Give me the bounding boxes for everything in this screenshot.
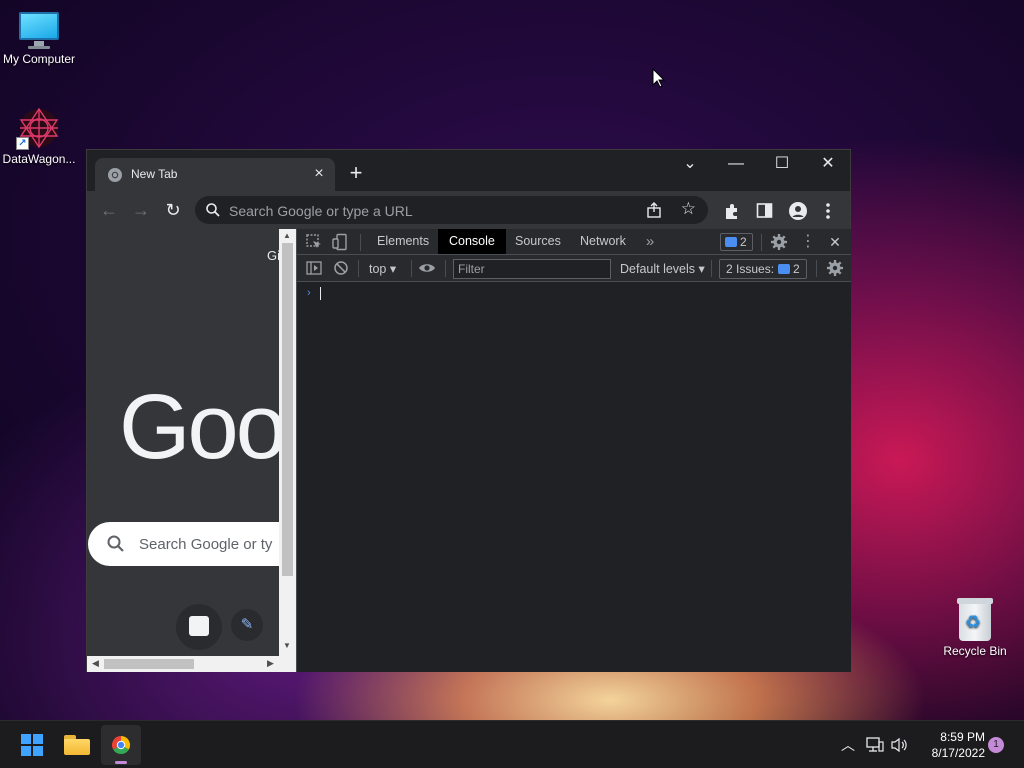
inspect-element-icon[interactable] xyxy=(305,233,323,251)
tab-console[interactable]: Console xyxy=(438,229,506,254)
console-toolbar: top ▾ Filter Default levels ▾ 2 Issues: 2 xyxy=(297,255,851,282)
scroll-right-icon[interactable]: ▶ xyxy=(267,658,274,669)
issues-button[interactable]: 2 Issues: 2 xyxy=(719,259,807,279)
new-tab-page: Gi Goo Search Google or ty ✎ xyxy=(87,229,279,656)
shortcut-tile[interactable] xyxy=(176,604,222,650)
search-icon xyxy=(206,203,220,217)
console-filter-input[interactable]: Filter xyxy=(453,259,611,279)
scroll-down-icon[interactable]: ▼ xyxy=(283,641,291,650)
devtools-close-icon[interactable]: ✕ xyxy=(826,233,844,251)
messages-count: 2 xyxy=(740,235,747,249)
customize-pencil-icon[interactable]: ✎ xyxy=(231,609,263,641)
console-input-caret[interactable] xyxy=(320,287,321,300)
datawagon-icon: ↗ xyxy=(16,106,62,150)
desktop-icon-my-computer[interactable]: My Computer xyxy=(0,10,79,66)
device-toolbar-icon[interactable] xyxy=(331,233,349,251)
computer-icon xyxy=(17,10,61,50)
messages-badge[interactable]: 2 xyxy=(720,233,753,251)
ntp-search-placeholder: Search Google or ty xyxy=(139,536,273,553)
web-store-icon xyxy=(189,616,209,636)
log-levels-dropdown[interactable]: Default levels ▾ xyxy=(620,261,705,276)
tray-overflow-chevron-icon[interactable]: ︿ xyxy=(838,721,858,768)
tab-search-button[interactable]: ⌄ xyxy=(667,150,713,180)
volume-icon[interactable] xyxy=(891,737,909,753)
side-panel-icon[interactable] xyxy=(756,202,773,219)
windows-logo-icon xyxy=(21,734,43,756)
page-viewport: Gi Goo Search Google or ty ✎ ▲ ▼ ◀ ▶ Ele… xyxy=(87,229,851,672)
profile-avatar-icon[interactable] xyxy=(788,201,808,221)
tab-network[interactable]: Network xyxy=(569,229,637,254)
sidebar-toggle-icon[interactable] xyxy=(305,259,323,277)
desktop-icon-label: My Computer xyxy=(2,52,76,66)
close-window-button[interactable]: ✕ xyxy=(805,150,851,180)
tab-close-icon[interactable]: × xyxy=(309,164,329,184)
taskbar: ︿ 8:59 PM 8/17/2022 1 xyxy=(0,720,1024,768)
scroll-left-icon[interactable]: ◀ xyxy=(92,658,99,669)
tab-title: New Tab xyxy=(131,167,178,181)
chrome-menu-icon[interactable] xyxy=(823,201,833,221)
address-bar[interactable]: Search Google or type a URL ☆ xyxy=(195,196,708,224)
network-icon[interactable] xyxy=(866,737,884,753)
folder-icon xyxy=(64,735,90,755)
clear-console-icon[interactable] xyxy=(332,259,350,277)
search-icon xyxy=(107,535,124,552)
recycle-bin-icon: ♻ xyxy=(955,598,995,642)
chrome-icon xyxy=(111,736,131,755)
more-tabs-icon[interactable]: » xyxy=(641,233,659,251)
console-prompt-icon: › xyxy=(307,287,311,299)
share-icon[interactable] xyxy=(644,200,664,220)
active-app-indicator xyxy=(115,761,127,764)
shortcut-arrow-icon: ↗ xyxy=(16,137,29,150)
context-selector[interactable]: top ▾ xyxy=(369,261,396,276)
desktop-icon-datawagon[interactable]: ↗ DataWagon... xyxy=(0,106,79,166)
clock[interactable]: 8:59 PM 8/17/2022 xyxy=(915,729,985,761)
desktop-icon-label: Recycle Bin xyxy=(943,644,1007,658)
clock-date: 8/17/2022 xyxy=(931,746,985,760)
address-bar-placeholder: Search Google or type a URL xyxy=(229,203,413,219)
start-button[interactable] xyxy=(12,725,52,765)
tab-sources[interactable]: Sources xyxy=(504,229,572,254)
notification-badge[interactable]: 1 xyxy=(988,737,1004,753)
message-icon xyxy=(778,264,791,274)
devtools-panel: Elements Console Sources Network » 2 ⋮ ✕ xyxy=(296,229,851,672)
tab-new-tab[interactable]: New Tab × xyxy=(95,158,335,191)
gmail-link[interactable]: Gi xyxy=(267,248,279,263)
mouse-cursor-icon xyxy=(652,68,666,88)
desktop-icon-label: DataWagon... xyxy=(2,152,76,166)
live-expression-eye-icon[interactable] xyxy=(418,259,436,277)
message-icon xyxy=(725,237,737,247)
clock-time: 8:59 PM xyxy=(940,730,985,744)
issues-label: 2 Issues: xyxy=(726,262,775,276)
forward-button[interactable]: → xyxy=(127,196,155,224)
browser-window: New Tab × + ⌄ — ☐ ✕ ← → ↻ Search Google … xyxy=(86,149,851,672)
minimize-button[interactable]: — xyxy=(713,150,759,180)
tab-elements[interactable]: Elements xyxy=(366,229,440,254)
extensions-icon[interactable] xyxy=(723,202,741,220)
settings-gear-icon[interactable] xyxy=(770,233,788,251)
maximize-button[interactable]: ☐ xyxy=(759,150,805,180)
chrome-favicon-icon xyxy=(108,168,122,182)
bookmark-star-icon[interactable]: ☆ xyxy=(681,198,696,220)
scrollbar-thumb[interactable] xyxy=(282,243,293,576)
reload-button[interactable]: ↻ xyxy=(159,196,187,224)
issues-count: 2 xyxy=(793,262,800,276)
back-button[interactable]: ← xyxy=(95,196,123,224)
vertical-scrollbar[interactable]: ▲ ▼ xyxy=(279,229,296,656)
devtools-more-icon[interactable]: ⋮ xyxy=(799,233,817,251)
chrome-taskbar-button[interactable] xyxy=(101,725,141,765)
file-explorer-button[interactable] xyxy=(57,725,97,765)
console-settings-gear-icon[interactable] xyxy=(826,259,844,277)
desktop-icon-recycle-bin[interactable]: ♻ Recycle Bin xyxy=(935,598,1015,658)
title-bar: New Tab × + ⌄ — ☐ ✕ xyxy=(87,150,850,191)
horizontal-scrollbar[interactable]: ◀ ▶ xyxy=(87,656,296,672)
browser-toolbar: ← → ↻ Search Google or type a URL ☆ xyxy=(87,191,850,229)
new-tab-button[interactable]: + xyxy=(345,162,367,185)
devtools-tab-bar: Elements Console Sources Network » 2 ⋮ ✕ xyxy=(297,229,851,255)
scroll-up-icon[interactable]: ▲ xyxy=(283,231,291,240)
ntp-search-box[interactable]: Search Google or ty xyxy=(88,522,279,566)
google-logo: Goo xyxy=(119,376,279,478)
scrollbar-thumb[interactable] xyxy=(104,659,194,669)
